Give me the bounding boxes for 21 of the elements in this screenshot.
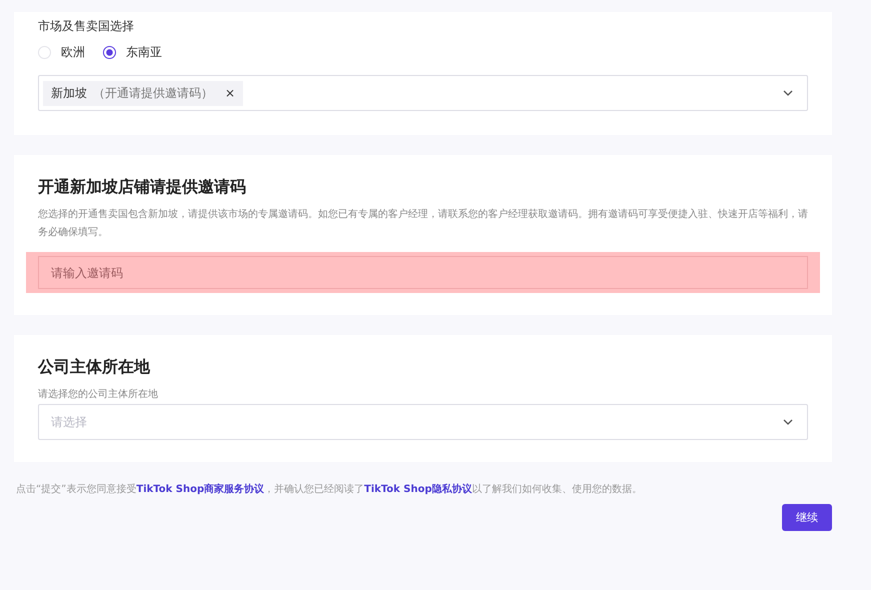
- radio-option[interactable]: 东南亚: [103, 44, 162, 61]
- tag-label: 新加坡: [51, 84, 87, 102]
- radio-label: 东南亚: [126, 44, 162, 61]
- chevron-down-icon: [783, 419, 793, 425]
- section-description: 请选择您的公司主体所在地: [38, 388, 159, 402]
- multi-select-field[interactable]: 新加坡 （开通请提供邀请码） ×: [38, 75, 808, 111]
- input-field[interactable]: 请输入邀请码: [38, 256, 808, 289]
- select-placeholder: 请选择: [51, 414, 87, 430]
- close-icon[interactable]: ×: [225, 86, 236, 100]
- field-label: 市场及售卖国选择: [38, 18, 135, 35]
- section-title: 公司主体所在地: [38, 357, 152, 378]
- agreement-link[interactable]: TikTok Shop隐私协议: [364, 484, 472, 495]
- agreement-link[interactable]: TikTok Shop商家服务协议: [136, 484, 264, 495]
- section-title: 开通新加坡店铺请提供邀请码: [38, 177, 247, 198]
- radio-option[interactable]: 欧洲: [38, 44, 85, 61]
- agreement-text: 点击“提交”表示您同意接受TikTok Shop商家服务协议，并确认您已经阅读了TikTok Shop隐私协议以了解我们如何收集、使用您的数据。: [15, 482, 643, 496]
- continue-button[interactable]: 继续: [782, 504, 832, 531]
- tag-note: （开通请提供邀请码）: [93, 84, 213, 102]
- chevron-down-icon: [783, 90, 793, 96]
- radio-label: 欧洲: [61, 44, 85, 61]
- section-description: 您选择的开通售卖国包含新加坡，请提供该市场的专属邀请码。如您已有专属的客户经理，请联系您的客户经理获取邀请码。拥有邀请码可享受便捷入驻、快速开店等福利，请务必确保填写。: [38, 208, 808, 240]
